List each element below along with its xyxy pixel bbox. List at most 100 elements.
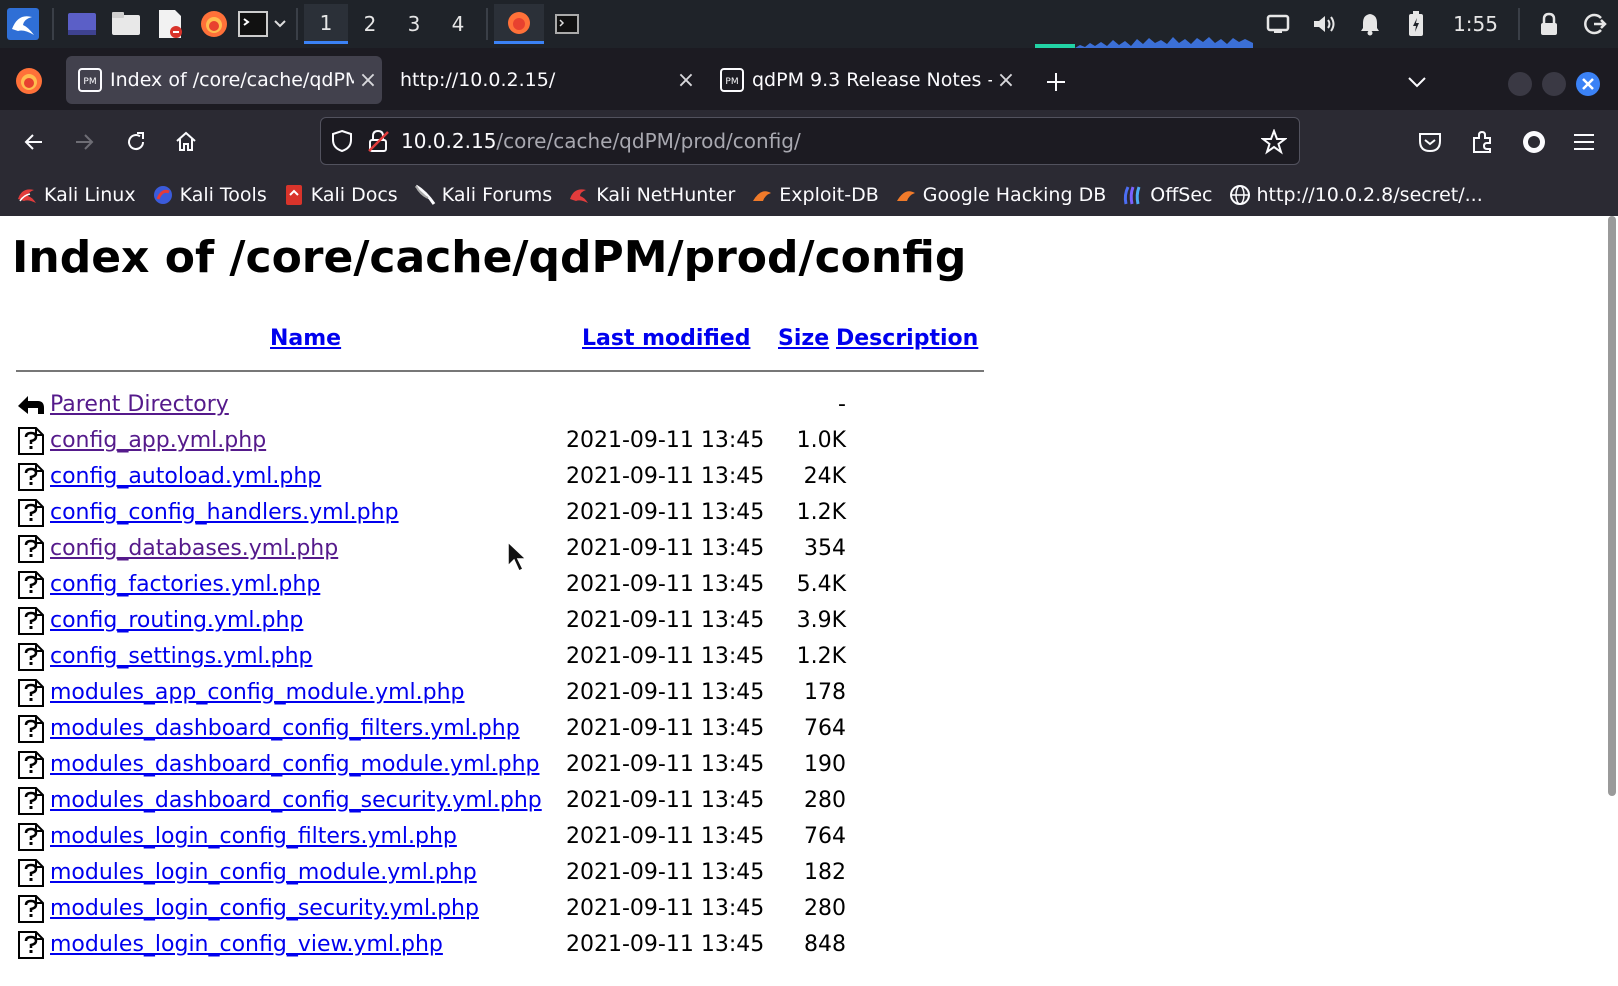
- tab-close-icon[interactable]: ×: [992, 68, 1020, 93]
- file-size: 24K: [803, 464, 846, 489]
- unknown-file-icon: [18, 931, 44, 959]
- window-minimize-button[interactable]: [1508, 72, 1532, 96]
- display-icon[interactable]: [1255, 4, 1301, 44]
- file-link[interactable]: modules_dashboard_config_security.yml.ph…: [50, 788, 542, 813]
- workspace-1[interactable]: 1: [304, 4, 348, 44]
- workspace-3[interactable]: 3: [392, 4, 436, 44]
- unknown-file-icon: [18, 895, 44, 923]
- url-host: 10.0.2.15: [401, 129, 497, 153]
- battery-charging-icon[interactable]: [1393, 4, 1439, 44]
- firefox-launcher-icon[interactable]: [192, 4, 236, 44]
- bookmark-kali-linux[interactable]: Kali Linux: [16, 184, 136, 206]
- volume-icon[interactable]: [1301, 4, 1347, 44]
- ghdb-icon: [895, 184, 917, 206]
- file-link[interactable]: modules_login_config_module.yml.php: [50, 860, 477, 885]
- window-close-button[interactable]: [1576, 72, 1600, 96]
- tracking-protection-shield-icon[interactable]: [331, 129, 353, 153]
- file-manager-icon[interactable]: [104, 4, 148, 44]
- text-editor-icon[interactable]: [148, 4, 192, 44]
- file-link[interactable]: config_routing.yml.php: [50, 608, 303, 633]
- svg-text:PM: PM: [725, 77, 738, 87]
- header-name-link[interactable]: Name: [270, 326, 341, 351]
- bookmark-secret-url[interactable]: http://10.0.2.8/secret/...: [1229, 184, 1483, 206]
- file-date: 2021-09-11 13:45: [566, 572, 765, 597]
- file-row: config_routing.yml.php 2021-09-11 13:45 3.…: [16, 604, 976, 640]
- bookmark-star-icon[interactable]: [1261, 129, 1287, 155]
- file-size: 848: [804, 932, 846, 957]
- bookmark-label: Kali NetHunter: [596, 184, 736, 206]
- account-circle-icon[interactable]: [1516, 124, 1552, 160]
- file-link[interactable]: config_factories.yml.php: [50, 572, 320, 597]
- tab-index-of-config[interactable]: PM Index of /core/cache/qdPM ×: [66, 56, 382, 104]
- file-link[interactable]: modules_dashboard_config_filters.yml.php: [50, 716, 520, 741]
- bookmark-kali-nethunter[interactable]: Kali NetHunter: [568, 184, 735, 206]
- insecure-lock-icon[interactable]: [367, 129, 389, 153]
- firefox-view-icon[interactable]: [14, 66, 44, 96]
- parent-directory-link[interactable]: Parent Directory: [50, 392, 229, 417]
- kali-dragon-icon: [16, 184, 38, 206]
- qdpm-favicon-icon: PM: [78, 68, 102, 92]
- file-link[interactable]: config_settings.yml.php: [50, 644, 312, 669]
- terminal-window-button[interactable]: [544, 4, 590, 44]
- extensions-puzzle-icon[interactable]: [1464, 124, 1500, 160]
- forward-arrow-icon[interactable]: [66, 124, 102, 160]
- file-link[interactable]: config_autoload.yml.php: [50, 464, 321, 489]
- list-all-tabs-chevron-icon[interactable]: [1404, 70, 1430, 94]
- file-link[interactable]: modules_login_config_filters.yml.php: [50, 824, 457, 849]
- file-link[interactable]: config_config_handlers.yml.php: [50, 500, 399, 525]
- logout-icon[interactable]: [1572, 4, 1618, 44]
- file-link[interactable]: config_databases.yml.php: [50, 536, 338, 561]
- firefox-window-button[interactable]: [494, 4, 544, 44]
- chevron-down-icon[interactable]: [270, 4, 290, 44]
- file-date: 2021-09-11 13:45: [566, 500, 765, 525]
- pocket-icon[interactable]: [1412, 124, 1448, 160]
- url-text[interactable]: 10.0.2.15/core/cache/qdPM/prod/config/: [401, 129, 801, 153]
- bookmark-exploit-db[interactable]: Exploit-DB: [751, 184, 879, 206]
- notifications-bell-icon[interactable]: [1347, 4, 1393, 44]
- qdpm-favicon-icon: PM: [720, 68, 744, 92]
- hamburger-menu-icon[interactable]: [1566, 124, 1602, 160]
- tab-qdpm-release-notes[interactable]: PM qdPM 9.3 Release Notes - ×: [708, 56, 1020, 104]
- file-link[interactable]: config_app.yml.php: [50, 428, 266, 453]
- reload-icon[interactable]: [118, 124, 154, 160]
- file-row: modules_login_config_view.yml.php 2021-09…: [16, 928, 976, 964]
- bookmark-kali-tools[interactable]: Kali Tools: [152, 184, 267, 206]
- workspace-4[interactable]: 4: [436, 4, 480, 44]
- new-tab-plus-icon[interactable]: [1042, 68, 1070, 96]
- window-maximize-button[interactable]: [1542, 72, 1566, 96]
- bookmark-kali-forums[interactable]: Kali Forums: [414, 184, 552, 206]
- offsec-icon: [1122, 184, 1144, 206]
- file-link[interactable]: modules_app_config_module.yml.php: [50, 680, 465, 705]
- file-size: 3.9K: [796, 608, 846, 633]
- show-desktop-icon[interactable]: [60, 4, 104, 44]
- kali-tools-icon: [152, 184, 174, 206]
- terminal-launcher-icon[interactable]: [236, 4, 270, 44]
- clock[interactable]: 1:55: [1439, 12, 1512, 36]
- back-arrow-icon[interactable]: [16, 124, 52, 160]
- bookmark-offsec[interactable]: OffSec: [1122, 184, 1213, 206]
- url-bar[interactable]: 10.0.2.15/core/cache/qdPM/prod/config/: [320, 117, 1300, 165]
- tab-close-icon[interactable]: ×: [672, 68, 700, 93]
- file-size: 280: [804, 788, 846, 813]
- file-link[interactable]: modules_dashboard_config_module.yml.php: [50, 752, 539, 777]
- bookmark-google-hacking-db[interactable]: Google Hacking DB: [895, 184, 1106, 206]
- file-link[interactable]: modules_login_config_security.yml.php: [50, 896, 479, 921]
- bookmark-kali-docs[interactable]: Kali Docs: [283, 184, 398, 206]
- tab-close-icon[interactable]: ×: [354, 68, 382, 93]
- file-link[interactable]: modules_login_config_view.yml.php: [50, 932, 443, 957]
- file-row: config_factories.yml.php 2021-09-11 13:45…: [16, 568, 976, 604]
- lock-screen-icon[interactable]: [1526, 4, 1572, 44]
- unknown-file-icon: [18, 571, 44, 599]
- home-icon[interactable]: [168, 124, 204, 160]
- mouse-cursor-icon: [507, 540, 528, 573]
- header-size-link[interactable]: Size: [778, 326, 829, 351]
- workspace-2[interactable]: 2: [348, 4, 392, 44]
- header-divider: [16, 370, 984, 372]
- kali-menu-icon[interactable]: [0, 4, 46, 44]
- back-folder-icon: [18, 396, 44, 414]
- vertical-scrollbar[interactable]: [1608, 216, 1616, 796]
- unknown-file-icon: [18, 463, 44, 491]
- header-description-link[interactable]: Description: [836, 326, 978, 351]
- header-last-modified-link[interactable]: Last modified: [582, 326, 750, 351]
- tab-home-10-0-2-15[interactable]: http://10.0.2.15/ ×: [388, 56, 700, 104]
